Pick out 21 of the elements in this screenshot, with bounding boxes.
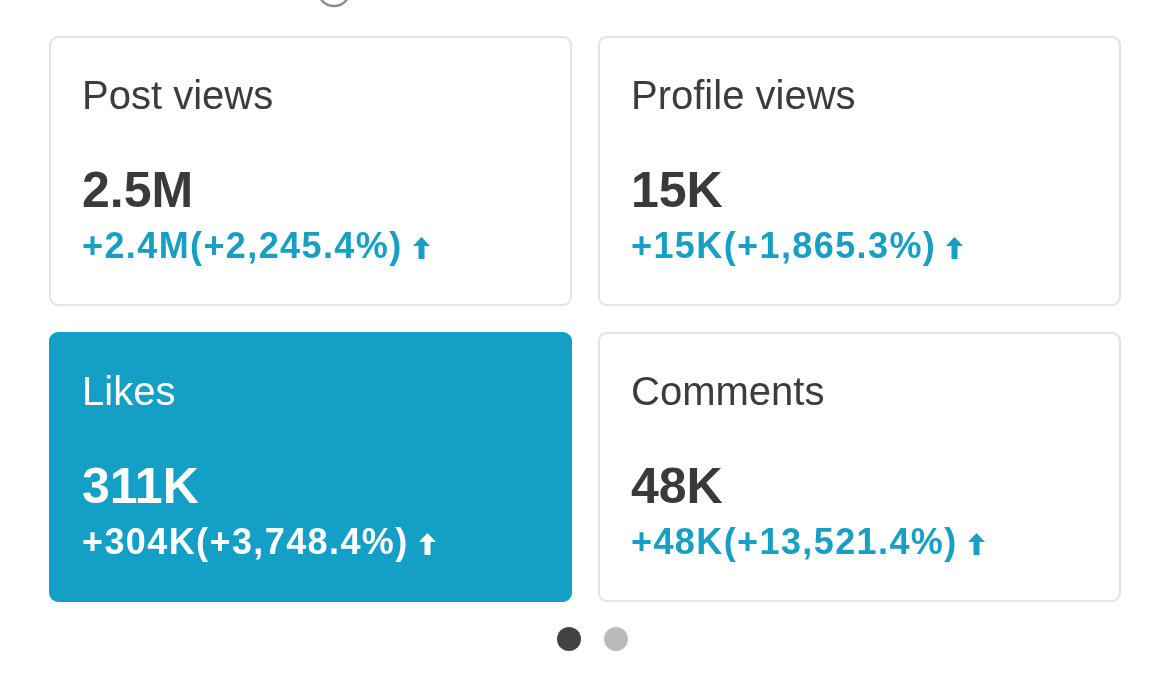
metric-value: 48K (631, 458, 723, 515)
metric-card[interactable]: Profile views 15K +15K(+1,865.3%) (598, 36, 1121, 306)
metric-label: Profile views (631, 72, 856, 119)
page-dot[interactable] (557, 627, 581, 651)
metric-label: Post views (82, 72, 274, 119)
metric-label: Likes (82, 368, 176, 415)
up-arrow-icon (418, 533, 436, 555)
page-dot[interactable] (604, 627, 628, 651)
metric-change: +15K(+1,865.3%) (631, 224, 937, 268)
metric-card[interactable]: Post views 2.5M +2.4M(+2,245.4%) (49, 36, 572, 306)
metric-value: 311K (82, 458, 199, 515)
metric-value: 15K (631, 162, 723, 219)
up-arrow-icon (967, 533, 985, 555)
metric-label: Comments (631, 368, 825, 415)
metric-change: +304K(+3,748.4%) (82, 520, 409, 564)
up-arrow-icon (412, 237, 430, 259)
up-arrow-icon (946, 237, 964, 259)
metric-change: +48K(+13,521.4%) (631, 520, 958, 564)
metric-card[interactable]: Comments 48K +48K(+13,521.4%) (598, 332, 1121, 602)
metric-change: +2.4M(+2,245.4%) (82, 224, 403, 268)
metric-value: 2.5M (82, 162, 194, 219)
